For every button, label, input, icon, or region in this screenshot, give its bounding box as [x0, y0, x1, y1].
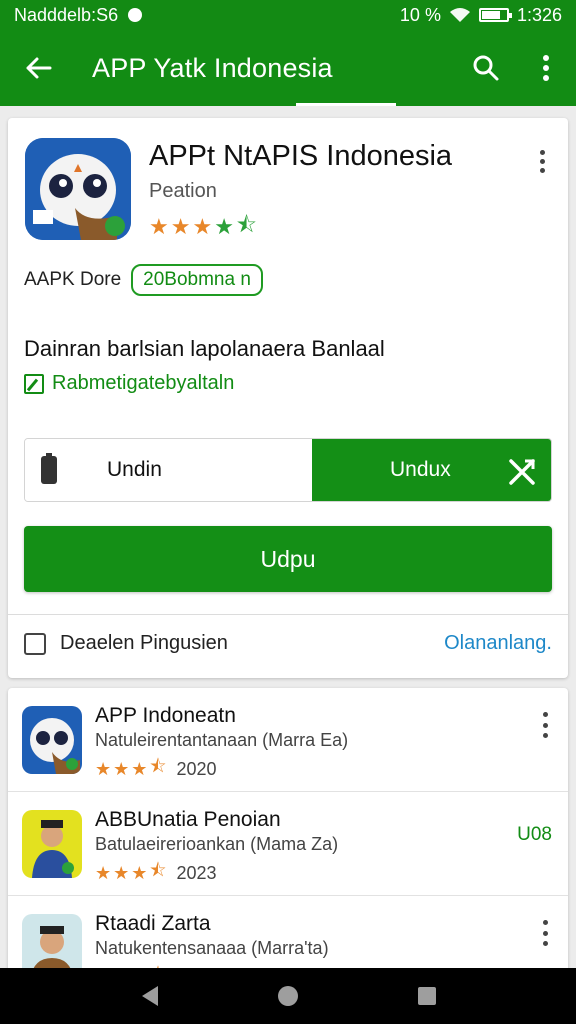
star-icon: ★ — [131, 862, 148, 883]
app-bar: APP Yatk Indonesia — [0, 30, 576, 106]
star-icon: ★ — [113, 758, 130, 779]
app-detail-card: APPt NtAPIS Indonesia Peation ★ ★ ★ ★ ⯪ … — [8, 118, 568, 678]
battery-percent: 10 % — [399, 4, 441, 25]
install-button[interactable]: Undux — [312, 439, 551, 501]
list-item-title: APP Indoneatn — [95, 704, 236, 727]
page-title: APP Yatk Indonesia — [92, 52, 333, 83]
half-star-icon: ⯪ — [149, 756, 167, 776]
star-icon: ★ — [192, 214, 213, 239]
status-time: 1:326 — [516, 4, 562, 25]
list-item[interactable]: Rtaadi Zarta Natukentensanaaa (Marra'ta)… — [8, 896, 568, 978]
nav-home-button[interactable] — [268, 976, 308, 1016]
primary-button[interactable]: Udpu — [24, 526, 552, 592]
search-icon — [473, 55, 499, 81]
nav-back-button[interactable] — [129, 976, 169, 1016]
list-item-title: ABBUnatia Penoian — [95, 808, 281, 831]
action-button-group: Undin Undux — [24, 438, 552, 502]
more-vert-icon — [543, 55, 549, 81]
app-icon[interactable] — [25, 138, 131, 240]
star-icon: ★ — [131, 758, 148, 779]
list-item-title: Rtaadi Zarta — [95, 912, 211, 935]
list-item-price[interactable]: U08 — [517, 824, 552, 846]
list-item-overflow-button[interactable] — [540, 712, 550, 738]
nav-recents-button[interactable] — [407, 976, 447, 1016]
list-item-rating: ★ ★ ★ ⯪ 2023 — [95, 858, 217, 888]
half-star-icon: ⯪ — [149, 860, 167, 880]
star-icon: ★ — [95, 758, 112, 779]
nav-home-icon — [277, 986, 298, 1006]
card-footer: Deaelen Pingusien Olananlang. — [24, 632, 552, 655]
app-name: APPt NtAPIS Indonesia — [149, 140, 453, 172]
edit-icon — [24, 373, 44, 394]
nav-back-icon — [142, 986, 159, 1006]
app-description: Dainran barlsian lapolanaera Banlaal — [24, 336, 385, 361]
system-nav-bar — [0, 968, 576, 1024]
search-button[interactable] — [456, 30, 516, 106]
star-icon: ★ — [95, 862, 112, 883]
more-options-button[interactable] — [516, 30, 576, 106]
star-icon: ★ — [113, 862, 130, 883]
star-icon: ★ — [149, 214, 169, 239]
apk-badge[interactable]: 20Bobmna n — [131, 264, 263, 296]
footer-link[interactable]: Olananlang. — [444, 632, 552, 655]
back-arrow-icon — [26, 57, 52, 79]
list-item-count: 2023 — [176, 862, 217, 883]
app-overflow-button[interactable] — [530, 144, 554, 178]
status-left-text: Nadddelb:S6 — [14, 4, 119, 25]
battery-icon — [478, 8, 512, 22]
back-button[interactable] — [0, 30, 76, 106]
apk-label: AAPK Dore — [24, 269, 122, 290]
wifi-icon — [449, 8, 470, 22]
star-icon: ★ — [214, 214, 234, 239]
list-item-count: 2020 — [176, 758, 217, 779]
install-button-label: Undux — [390, 458, 451, 481]
list-item-subtitle: Natuleirentantanaan (Marra Ea) — [95, 730, 349, 750]
list-item[interactable]: APP Indoneatn Natuleirentantanaan (Marra… — [8, 688, 568, 791]
related-apps-list: APP Indoneatn Natuleirentantanaan (Marra… — [8, 688, 568, 978]
checkbox-icon[interactable] — [24, 632, 46, 655]
list-item-rating: ★ ★ ★ ⯪ 2020 — [95, 754, 217, 784]
close-arrow-icon — [509, 459, 535, 485]
half-star-icon: ⯪ — [235, 212, 257, 237]
list-item-overflow-button[interactable] — [540, 920, 550, 946]
app-thumbnail-icon — [22, 706, 82, 774]
app-mascot-icon — [25, 138, 131, 240]
description-link-label: Rabmetigatebyaltaln — [52, 372, 235, 394]
nav-recents-icon — [417, 987, 436, 1005]
divider — [8, 614, 568, 615]
footer-label: Deaelen Pingusien — [60, 632, 228, 654]
description-link[interactable]: Rabmetigatebyaltaln — [24, 372, 234, 395]
notification-dot-icon — [128, 8, 143, 22]
tab-indicator — [296, 103, 396, 106]
secondary-button[interactable]: Undin — [25, 439, 312, 501]
status-bar: Nadddelb:S6 10 % 1:326 — [0, 0, 576, 30]
secondary-button-label: Undin — [107, 458, 162, 481]
app-thumbnail-icon — [22, 810, 82, 878]
star-icon: ★ — [170, 214, 191, 239]
list-item-subtitle: Natukentensanaaa (Marra'ta) — [95, 938, 329, 958]
phone-icon — [41, 453, 57, 484]
app-rating: ★ ★ ★ ★ ⯪ — [149, 208, 257, 246]
list-item[interactable]: ABBUnatia Penoian Batulaeirerioankan (Ma… — [8, 792, 568, 895]
app-category: Peation — [149, 180, 217, 202]
list-item-subtitle: Batulaeirerioankan (Mama Za) — [95, 834, 339, 854]
